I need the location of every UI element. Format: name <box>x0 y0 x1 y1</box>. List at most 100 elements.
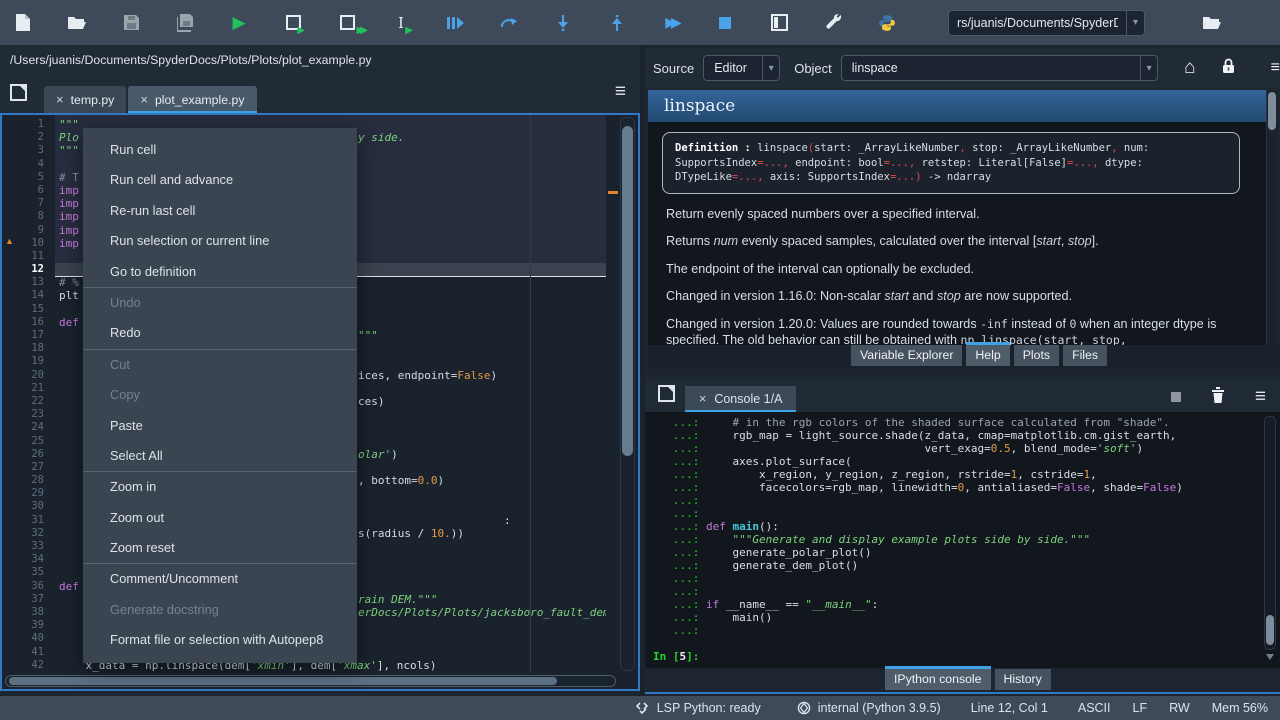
scroll-down-arrow-icon[interactable] <box>1266 654 1274 660</box>
console-output[interactable]: ...: # in the rgb colors of the shaded s… <box>645 412 1280 668</box>
close-icon[interactable]: × <box>699 392 706 406</box>
menu-item: Generate docstring <box>83 595 357 625</box>
line-number: 37 <box>2 593 55 606</box>
editor-context-menu: Run cellRun cell and advanceRe-run last … <box>83 128 357 663</box>
line-number: 41 <box>2 646 55 659</box>
line-number: 29 <box>2 487 55 500</box>
source-select[interactable]: Editor ▾ <box>703 55 780 81</box>
home-icon[interactable]: ⌂ <box>1184 57 1195 79</box>
line-number: 3 <box>2 144 55 157</box>
line-number: 21 <box>2 382 55 395</box>
scrollbar-thumb[interactable] <box>1268 92 1276 130</box>
menu-item[interactable]: Paste <box>83 411 357 441</box>
browse-directory-icon[interactable] <box>1201 12 1223 34</box>
lock-icon[interactable] <box>1222 58 1235 79</box>
new-file-icon[interactable] <box>12 12 34 34</box>
tab-console-1a[interactable]: × Console 1/A <box>685 386 796 412</box>
breadcrumb: /Users/juanis/Documents/SpyderDocs/Plots… <box>0 45 640 76</box>
readwrite-status: RW <box>1169 701 1190 715</box>
open-file-icon[interactable] <box>66 12 88 34</box>
menu-item[interactable]: Comment/Uncomment <box>83 564 357 594</box>
menu-item[interactable]: Re-run last cell <box>83 196 357 226</box>
line-number: 7 <box>2 197 55 210</box>
tab-ipython-console[interactable]: IPython console <box>885 669 991 690</box>
remove-variables-icon[interactable] <box>1211 386 1225 408</box>
console-line: ...: <box>653 507 1280 520</box>
tab-temp-py[interactable]: × temp.py <box>44 86 126 113</box>
menu-item[interactable]: Redo <box>83 318 357 348</box>
tab-variable-explorer[interactable]: Variable Explorer <box>851 345 962 366</box>
step-return-icon[interactable] <box>606 12 628 34</box>
line-number: 4 <box>2 158 55 171</box>
lsp-status-icon <box>636 701 650 715</box>
maximize-pane-icon[interactable] <box>768 12 790 34</box>
scroll-warning-flag <box>608 191 618 194</box>
menu-item[interactable]: Run cell <box>83 135 357 165</box>
line-number: 40 <box>2 632 55 645</box>
editor-vertical-scrollbar[interactable] <box>620 117 635 671</box>
chevron-down-icon[interactable]: ▾ <box>1140 56 1157 80</box>
python-environment-icon[interactable] <box>876 12 898 34</box>
save-all-icon[interactable] <box>174 12 196 34</box>
editor-options-menu-icon[interactable]: ≡ <box>615 81 626 103</box>
menu-item[interactable]: Go to definition <box>83 257 357 287</box>
working-directory-input[interactable] <box>949 16 1126 30</box>
line-number: 22 <box>2 395 55 408</box>
close-icon[interactable]: × <box>140 92 148 107</box>
menu-item[interactable]: Zoom in <box>83 472 357 502</box>
chevron-down-icon[interactable]: ▾ <box>1126 11 1144 35</box>
menu-item[interactable]: Zoom reset <box>83 533 357 563</box>
browse-tabs-icon[interactable] <box>10 84 27 106</box>
scrollbar-thumb[interactable] <box>622 126 633 456</box>
menu-item[interactable]: Select All <box>83 441 357 471</box>
help-scrollbar[interactable] <box>1266 90 1277 368</box>
tab-plot-example-py[interactable]: × plot_example.py <box>128 86 256 113</box>
lsp-status: LSP Python: ready <box>636 701 761 715</box>
line-number: 32 <box>2 527 55 540</box>
step-into-icon[interactable] <box>552 12 574 34</box>
editor-horizontal-scrollbar[interactable] <box>5 675 616 687</box>
tab-help[interactable]: Help <box>966 345 1009 366</box>
chevron-down-icon[interactable]: ▾ <box>762 56 779 80</box>
console-line: ...: <box>653 494 1280 507</box>
console-line: ...: if __name__ == "__main__": <box>653 598 1280 611</box>
tab-plots[interactable]: Plots <box>1014 345 1059 366</box>
debug-file-icon[interactable] <box>444 12 466 34</box>
console-line: In [5]: <box>653 650 1280 663</box>
tab-files[interactable]: Files <box>1063 345 1107 366</box>
menu-item[interactable]: Zoom out <box>83 503 357 533</box>
object-label: Object <box>794 61 832 76</box>
stop-icon[interactable] <box>714 12 736 34</box>
menu-item[interactable]: Run selection or current line <box>83 226 357 256</box>
save-icon[interactable] <box>120 12 142 34</box>
scrollbar-thumb[interactable] <box>9 677 557 685</box>
working-directory-box: ▾ <box>948 10 1145 36</box>
editor-gutter: 1234567891011121314151617181920212223242… <box>2 115 55 673</box>
run-cell-advance-icon[interactable]: ▶▶ <box>336 12 358 34</box>
run-file-icon[interactable]: ▶ <box>228 12 250 34</box>
run-cell-icon[interactable]: ▶ <box>282 12 304 34</box>
continue-icon[interactable]: ▶▶ <box>660 12 682 34</box>
line-number: 26 <box>2 448 55 461</box>
help-options-menu-icon[interactable]: ≡ <box>1271 59 1280 77</box>
console-scrollbar[interactable] <box>1264 416 1276 650</box>
close-icon[interactable]: × <box>56 92 64 107</box>
menu-item[interactable]: Format file or selection with Autopep8 <box>83 625 357 655</box>
tab-history[interactable]: History <box>995 669 1051 690</box>
memory-status: Mem 56% <box>1212 701 1268 715</box>
browse-tabs-icon[interactable] <box>658 385 675 407</box>
step-over-icon[interactable] <box>498 12 520 34</box>
console-line: ...: x_region, y_region, z_region, rstri… <box>653 468 1280 481</box>
menu-item[interactable]: Run cell and advance <box>83 165 357 195</box>
console-header: × Console 1/A ≡ <box>645 378 1280 412</box>
console-options-menu-icon[interactable]: ≡ <box>1255 386 1266 408</box>
scrollbar-thumb[interactable] <box>1266 615 1274 645</box>
console-line <box>653 637 1280 650</box>
help-paragraph: Returns num evenly spaced samples, calcu… <box>666 233 1240 249</box>
menu-item: Copy <box>83 380 357 410</box>
run-selection-icon[interactable]: I▶ <box>390 12 412 34</box>
preferences-icon[interactable] <box>822 12 844 34</box>
object-combobox[interactable]: linspace ▾ <box>841 55 1158 81</box>
line-number: 34 <box>2 553 55 566</box>
line-number: 17 <box>2 329 55 342</box>
